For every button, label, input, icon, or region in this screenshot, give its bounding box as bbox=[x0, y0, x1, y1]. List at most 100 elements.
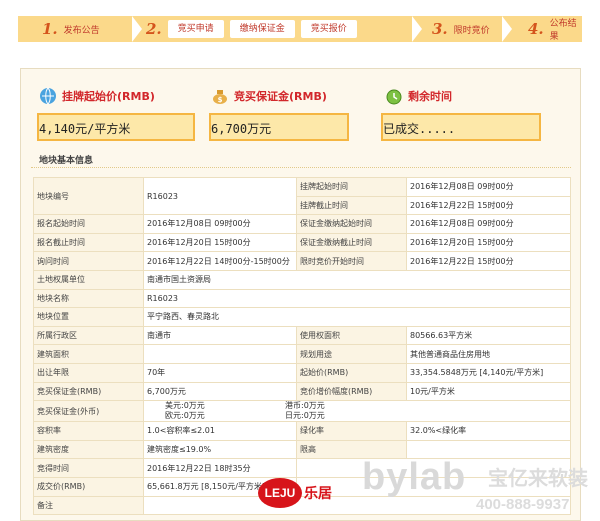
step-label: 发布公告 bbox=[63, 25, 100, 36]
table-key: 挂牌起始时间 bbox=[296, 177, 407, 197]
leju-text: 乐居 bbox=[304, 486, 332, 502]
table-key: 土地权属单位 bbox=[33, 269, 144, 290]
step-label: 限时竞价 bbox=[453, 25, 490, 36]
table-row: 所属行政区 南通市 使用权面积 80566.63平方米 bbox=[33, 325, 571, 346]
fx-eur: 欧元:0万元 bbox=[165, 411, 205, 421]
table-key: 规划用途 bbox=[296, 344, 407, 364]
table-key: 竞价增价幅度(RMB) bbox=[296, 381, 407, 402]
table-row: 地块位置 平宁路西、春灵路北 bbox=[33, 307, 571, 327]
pay-deposit-button[interactable]: 缴纳保证金 bbox=[229, 20, 295, 38]
table-key: 限时竞价开始时间 bbox=[296, 251, 407, 271]
deposit-title: 竞买保证金(RMB) bbox=[234, 90, 327, 103]
section-divider bbox=[31, 167, 571, 168]
fx-hkd: 港币:0万元 bbox=[285, 401, 325, 411]
start-price-value: 4,140元/平方米 bbox=[37, 113, 195, 141]
table-row: 地块编号 R16023 挂牌起始时间 2016年12月08日 09时00分 bbox=[33, 176, 571, 216]
bylab-watermark: bylab 宝亿来软装 400-888-9937 bbox=[362, 456, 600, 521]
start-price-title: 挂牌起始价(RMB) bbox=[62, 90, 155, 103]
table-row: 竞买保证金(外币) 美元:0万元 港币:0万元 欧元:0万元 日元:0万元 bbox=[33, 400, 571, 423]
table-key: 竞买保证金(外币) bbox=[33, 400, 144, 423]
table-key: 备注 bbox=[33, 495, 144, 516]
table-value: R16023 bbox=[143, 288, 571, 309]
step-number: 2. bbox=[146, 20, 162, 38]
table-value: 6,700万元 bbox=[143, 381, 297, 402]
table-value: R16023 bbox=[143, 176, 297, 216]
table-row: 报名截止时间 2016年12月20日 15时00分 保证金缴纳截止时间 2016… bbox=[33, 232, 571, 253]
table-value: 南通市 bbox=[143, 325, 297, 346]
table-key: 建筑面积 bbox=[33, 344, 144, 364]
table-value: 32.0%<绿化率 bbox=[406, 421, 571, 441]
table-key: 出让年限 bbox=[33, 362, 144, 383]
step-label: 公布结果 bbox=[549, 19, 577, 42]
leju-watermark: LEJU 乐居 bbox=[258, 478, 332, 508]
table-key: 挂牌截止时间 bbox=[296, 195, 407, 216]
alarm-clock-icon bbox=[386, 89, 402, 105]
submit-bid-button[interactable]: 竞买报价 bbox=[300, 20, 357, 38]
remaining-time-heading: 剩余时间 bbox=[385, 87, 452, 105]
step-publish-notice[interactable]: 1. 发布公告 bbox=[18, 16, 132, 42]
fx-jpy: 日元:0万元 bbox=[285, 411, 325, 421]
table-value: 2016年12月22日 15时00分 bbox=[406, 251, 571, 271]
bid-application-button[interactable]: 竞买申请 bbox=[167, 20, 224, 38]
table-value: 南通市国土资源局 bbox=[143, 269, 571, 290]
table-key: 地块编号 bbox=[33, 176, 144, 216]
table-row: 询问时间 2016年12月22日 14时00分-15时00分 限时竞价开始时间 … bbox=[33, 251, 571, 271]
table-row: 竞买保证金(RMB) 6,700万元 竞价增价幅度(RMB) 10元/平方米 bbox=[33, 381, 571, 402]
deposit-heading: $ 竞买保证金(RMB) bbox=[211, 87, 327, 105]
table-row: 出让年限 70年 起始价(RMB) 33,354.5848万元 [4,140元/… bbox=[33, 362, 571, 383]
table-key: 容积率 bbox=[33, 421, 144, 441]
start-price-heading: 挂牌起始价(RMB) bbox=[39, 87, 155, 105]
table-value: 2016年12月08日 09时00分 bbox=[406, 177, 571, 197]
table-value: 80566.63平方米 bbox=[406, 325, 571, 346]
parcel-panel: 挂牌起始价(RMB) $ 竞买保证金(RMB) 剩余时间 4,140元/平方米 … bbox=[20, 68, 581, 521]
table-key: 竞买保证金(RMB) bbox=[33, 381, 144, 402]
table-value: 1.0<容积率≤2.01 bbox=[143, 421, 297, 441]
table-value: 2016年12月08日 09时00分 bbox=[143, 214, 297, 234]
table-key: 报名起始时间 bbox=[33, 214, 144, 234]
table-row: 土地权属单位 南通市国土资源局 bbox=[33, 269, 571, 290]
table-key: 报名截止时间 bbox=[33, 232, 144, 253]
table-value: 2016年12月22日 18时35分 bbox=[143, 458, 297, 478]
step-divider-arrow bbox=[132, 16, 142, 42]
table-key: 保证金缴纳起始时间 bbox=[296, 214, 407, 234]
table-value: 平宁路西、春灵路北 bbox=[143, 307, 571, 327]
step-divider-arrow bbox=[412, 16, 422, 42]
bylab-brand-name: 宝亿来软装 bbox=[488, 466, 588, 490]
table-value: 2016年12月20日 15时00分 bbox=[406, 232, 571, 253]
table-key: 成交价(RMB) bbox=[33, 476, 144, 497]
globe-icon bbox=[40, 87, 56, 105]
table-value: 2016年12月08日 09时00分 bbox=[406, 214, 571, 234]
leju-logo: LEJU bbox=[258, 478, 302, 508]
svg-text:$: $ bbox=[218, 96, 223, 104]
step-publish-result[interactable]: 4. 公布结果 bbox=[502, 16, 582, 42]
step-timed-bidding[interactable]: 3. 限时竞价 bbox=[412, 16, 502, 42]
table-key: 所属行政区 bbox=[33, 325, 144, 346]
table-value bbox=[143, 344, 297, 364]
deposit-value: 6,700万元 bbox=[209, 113, 349, 141]
table-key: 地块位置 bbox=[33, 307, 144, 327]
table-value: 2016年12月20日 15时00分 bbox=[143, 232, 297, 253]
table-key: 绿化率 bbox=[296, 421, 407, 441]
step-number: 4. bbox=[528, 20, 544, 38]
table-row: 建筑面积 规划用途 其他普通商品住房用地 bbox=[33, 344, 571, 364]
table-key: 使用权面积 bbox=[296, 325, 407, 346]
table-value: 建筑密度≤19.0% bbox=[143, 439, 297, 460]
table-value: 其他普通商品住房用地 bbox=[406, 344, 571, 364]
table-value: 33,354.5848万元 [4,140元/平方米] bbox=[406, 362, 571, 383]
table-key: 起始价(RMB) bbox=[296, 362, 407, 383]
table-row: 容积率 1.0<容积率≤2.01 绿化率 32.0%<绿化率 bbox=[33, 421, 571, 441]
progress-steps: 1. 发布公告 2. 竞买申请 缴纳保证金 竞买报价 3. 限时竞价 4. 公布… bbox=[18, 16, 582, 42]
table-row: 地块名称 R16023 bbox=[33, 288, 571, 309]
table-value: 10元/平方米 bbox=[406, 381, 571, 402]
step-bidding-process: 2. 竞买申请 缴纳保证金 竞买报价 bbox=[132, 16, 412, 42]
remaining-time-title: 剩余时间 bbox=[408, 90, 452, 103]
step-number: 1. bbox=[42, 20, 58, 38]
table-key: 询问时间 bbox=[33, 251, 144, 271]
table-value: 美元:0万元 港币:0万元 欧元:0万元 日元:0万元 bbox=[143, 400, 571, 423]
bylab-logo-text: bylab bbox=[362, 456, 467, 498]
section-title: 地块基本信息 bbox=[39, 156, 94, 166]
step-number: 3. bbox=[432, 20, 448, 38]
table-key: 地块名称 bbox=[33, 288, 144, 309]
table-value: 2016年12月22日 14时00分-15时00分 bbox=[143, 251, 297, 271]
table-value: 2016年12月22日 15时00分 bbox=[406, 195, 571, 216]
